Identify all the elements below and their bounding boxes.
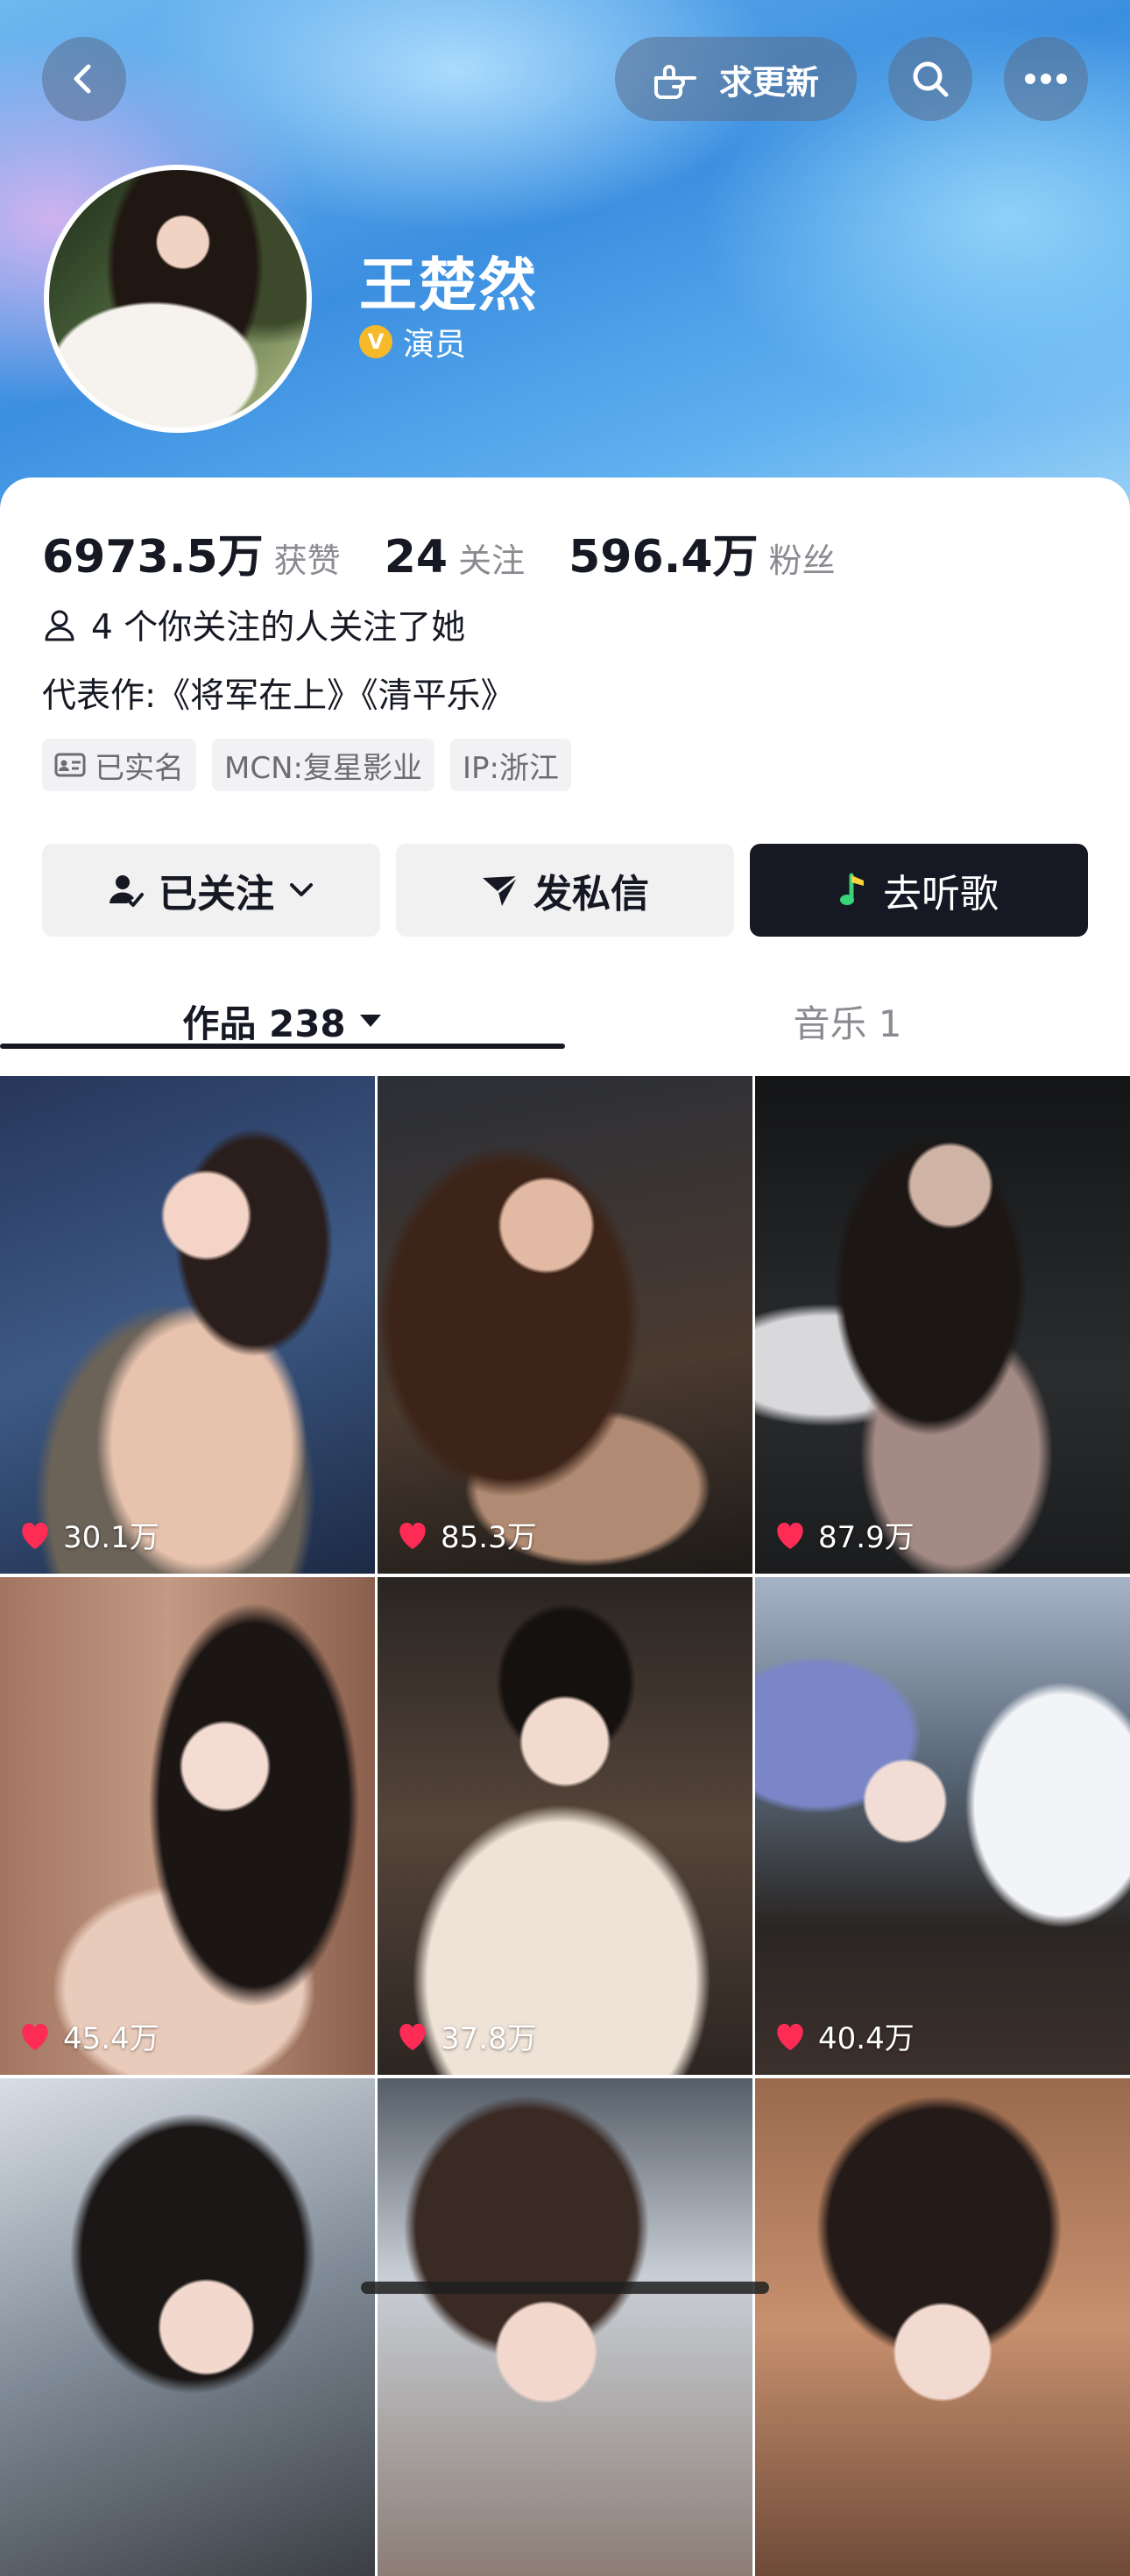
ip-location-tag: IP:浙江 — [449, 739, 571, 791]
tab-music[interactable]: 音乐 1 — [565, 977, 1130, 1065]
pointing-hand-icon — [653, 65, 696, 99]
ip-location-label: IP:浙江 — [462, 750, 559, 786]
send-message-label: 发私信 — [533, 872, 649, 916]
video-cover — [755, 1076, 1130, 1574]
tab-works[interactable]: 作品 238 — [0, 977, 565, 1065]
active-tab-indicator — [0, 1044, 565, 1049]
id-card-icon — [54, 753, 86, 777]
video-thumbnail[interactable] — [0, 2078, 375, 2576]
chevron-left-icon — [74, 64, 91, 94]
video-cover — [378, 2078, 752, 2576]
search-icon — [913, 61, 949, 97]
caret-down-icon — [359, 1015, 381, 1027]
heart-icon — [399, 1522, 426, 1549]
listen-music-button[interactable]: 去听歌 — [750, 844, 1088, 937]
video-thumbnail[interactable]: 40.4万 — [755, 1577, 1130, 2075]
paper-plane-icon — [483, 874, 519, 906]
video-cover — [378, 1577, 752, 2075]
video-thumbnail[interactable] — [755, 2078, 1130, 2576]
verification-row: V 演员 — [359, 319, 466, 364]
video-thumbnail[interactable] — [378, 2078, 752, 2576]
heart-icon — [22, 1522, 48, 1549]
following-stat[interactable]: 24 关注 — [385, 531, 525, 584]
verified-identity-label: 已实名 — [95, 750, 184, 786]
verified-badge-icon: V — [359, 325, 392, 358]
followers-stat[interactable]: 596.4万 粉丝 — [569, 520, 836, 585]
video-cover — [0, 1076, 375, 1574]
listen-music-label: 去听歌 — [883, 872, 999, 916]
more-button[interactable] — [1004, 37, 1088, 121]
request-update-button[interactable]: 求更新 — [615, 37, 857, 121]
verified-identity-tag[interactable]: 已实名 — [42, 739, 196, 791]
stats-row: 6973.5万 获赞 24 关注 596.4万 粉丝 — [42, 520, 879, 585]
video-likes-count: 30.1万 — [63, 1520, 159, 1555]
video-thumbnail[interactable]: 87.9万 — [755, 1076, 1130, 1574]
following-button[interactable]: 已关注 — [42, 844, 380, 937]
more-dots-icon — [1025, 74, 1067, 84]
likes-label: 获赞 — [273, 541, 341, 580]
video-likes: 37.8万 — [395, 2014, 537, 2057]
video-thumbnail[interactable]: 30.1万 — [0, 1076, 375, 1574]
video-likes: 87.9万 — [773, 1513, 915, 1556]
video-thumbnail[interactable]: 37.8万 — [378, 1577, 752, 2075]
tags-row: 已实名 MCN:复星影业 IP:浙江 — [42, 739, 571, 791]
mcn-label: MCN:复星影业 — [224, 750, 422, 786]
chevron-down-icon — [290, 883, 313, 896]
person-icon — [45, 610, 74, 641]
back-button[interactable] — [42, 37, 126, 121]
search-button[interactable] — [888, 37, 972, 121]
following-button-label: 已关注 — [159, 872, 274, 916]
video-likes-count: 37.8万 — [441, 2021, 537, 2056]
tab-works-label: 作品 238 — [182, 1001, 346, 1045]
likes-stat[interactable]: 6973.5万 获赞 — [42, 520, 341, 585]
video-thumbnail[interactable]: 85.3万 — [378, 1076, 752, 1574]
video-likes-count: 40.4万 — [818, 2021, 915, 2056]
avatar[interactable] — [44, 165, 312, 433]
video-likes: 85.3万 — [395, 1513, 537, 1556]
home-indicator[interactable] — [361, 2282, 769, 2294]
followers-label: 粉丝 — [768, 541, 836, 580]
video-likes-count: 85.3万 — [441, 1520, 537, 1555]
bio-text: 代表作:《将军在上》《清平乐》 — [42, 676, 515, 716]
video-likes: 40.4万 — [773, 2014, 915, 2057]
tab-music-label: 音乐 1 — [793, 1001, 902, 1045]
following-label: 关注 — [458, 541, 526, 580]
video-cover — [0, 1577, 375, 2075]
heart-icon — [777, 1522, 803, 1549]
mutual-follow-text: 4 个你关注的人关注了她 — [91, 608, 466, 648]
person-check-icon — [109, 875, 144, 907]
followers-count: 596.4万 — [569, 531, 759, 584]
video-cover — [755, 2078, 1130, 2576]
video-likes: 45.4万 — [18, 2014, 159, 2057]
mutual-follow-row[interactable]: 4 个你关注的人关注了她 — [42, 600, 465, 649]
content-tabs: 作品 238 音乐 1 — [0, 977, 1130, 1073]
video-cover — [755, 1577, 1130, 2075]
video-likes: 30.1万 — [18, 1513, 159, 1556]
video-cover — [0, 2078, 375, 2576]
video-likes-count: 45.4万 — [63, 2021, 159, 2056]
music-note-icon — [840, 873, 864, 905]
profile-header: 求更新 王楚然 V 演员 — [0, 0, 1130, 526]
mcn-tag[interactable]: MCN:复星影业 — [212, 739, 434, 791]
heart-icon — [399, 2023, 426, 2050]
verification-label: 演员 — [403, 327, 467, 363]
action-buttons: 已关注 发私信 去听歌 — [42, 844, 1088, 937]
request-update-label: 求更新 — [718, 62, 819, 102]
heart-icon — [777, 2023, 803, 2050]
following-count: 24 — [384, 531, 448, 584]
video-thumbnail[interactable]: 45.4万 — [0, 1577, 375, 2075]
video-cover — [378, 1076, 752, 1574]
heart-icon — [22, 2023, 48, 2050]
send-message-button[interactable]: 发私信 — [396, 844, 734, 937]
profile-name: 王楚然 — [359, 251, 538, 319]
likes-count: 6973.5万 — [42, 531, 264, 584]
video-likes-count: 87.9万 — [818, 1520, 915, 1555]
